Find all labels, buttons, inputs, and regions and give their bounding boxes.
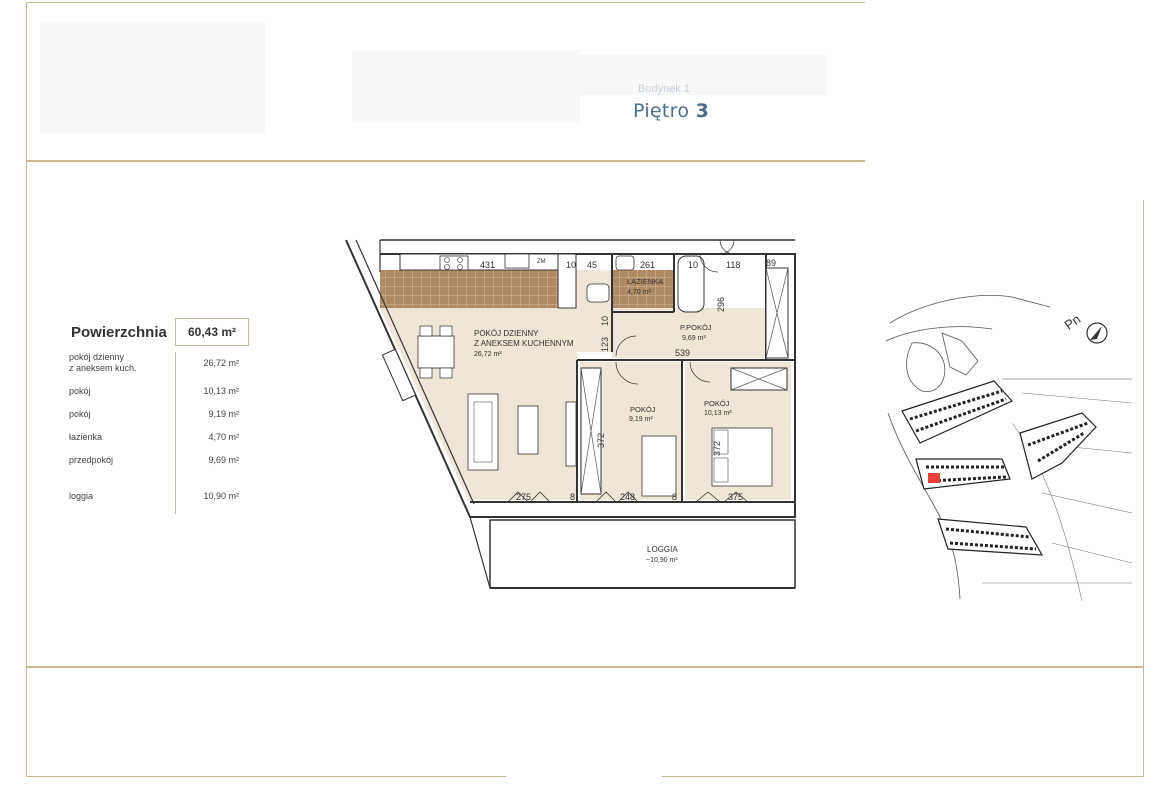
coffee-table xyxy=(517,405,539,455)
area-row-value: 10,13 m² xyxy=(203,386,239,396)
area-row-label: loggia xyxy=(69,491,94,501)
sofa xyxy=(467,393,499,471)
left-border xyxy=(26,160,27,777)
dimension-label: 10 xyxy=(600,316,610,326)
area-rows: pokój dzienny z aneksem kuch. 26,72 m² po… xyxy=(59,352,249,514)
bottom-border-left xyxy=(26,776,506,777)
tv-cabinet xyxy=(565,401,577,467)
chair xyxy=(439,325,453,337)
area-row: pokój 10,13 m² xyxy=(59,386,249,397)
area-row: loggia 10,90 m² xyxy=(59,491,249,502)
header-info-placeholder xyxy=(352,50,580,122)
area-summary-table: Powierzchnia 60,43 m² pokój dzienny z ane… xyxy=(59,318,249,514)
dimension-label: 45 xyxy=(587,260,597,270)
header-left-border xyxy=(26,2,27,162)
kitchen-tiles-edge xyxy=(380,270,400,308)
dimension-label: 372 xyxy=(712,441,722,456)
room2-area: 10,13 m² xyxy=(704,410,732,417)
apartment-marker xyxy=(928,473,940,483)
floor-plan: POKÓJ DZIENNY Z ANEKSEM KUCHENNYM 26,72 … xyxy=(345,239,796,589)
area-row-label: pokój dzienny z aneksem kuch. xyxy=(69,352,137,373)
dimension-label: 123 xyxy=(600,337,610,352)
dimension-label: 372 xyxy=(596,433,606,448)
dimension-label: 8 xyxy=(672,492,677,502)
room1-label: POKÓJ xyxy=(630,405,656,414)
dimension-label: 261 xyxy=(640,260,655,270)
header-logo-placeholder xyxy=(40,22,265,134)
double-bed xyxy=(711,427,773,487)
area-row-label: łazienka xyxy=(69,432,103,442)
area-row-value: 26,72 m² xyxy=(203,358,239,368)
area-row-value: 9,69 m² xyxy=(208,455,239,465)
site-plan: Pn xyxy=(882,283,1132,601)
area-row: pokój dzienny z aneksem kuch. 26,72 m² xyxy=(59,352,249,374)
living-room-label: POKÓJ DZIENNY xyxy=(474,329,539,338)
dimension-label: 248 xyxy=(620,492,635,502)
footer-top-border xyxy=(26,666,1144,668)
area-row-label: przedpokój xyxy=(69,455,114,465)
dimension-label: 275 xyxy=(516,492,531,502)
area-row: przedpokój 9,69 m² xyxy=(59,455,249,466)
dimension-label: 539 xyxy=(675,348,690,358)
right-border xyxy=(1143,200,1144,777)
hall-area: 9,69 m² xyxy=(682,335,706,342)
dimension-label: 296 xyxy=(716,297,726,312)
area-total: 60,43 m² xyxy=(175,318,249,346)
loggia-area: ~10,90 m² xyxy=(646,557,678,564)
toilet xyxy=(586,283,610,303)
hall-label: P.POKÓJ xyxy=(680,323,712,332)
dimension-label: 89 xyxy=(766,258,776,268)
chair xyxy=(419,367,433,379)
bathroom-area: 4,70 m² xyxy=(627,289,651,296)
header-title-placeholder xyxy=(580,55,827,95)
floor-number: 3 xyxy=(695,100,710,122)
floor-prefix: Piętro xyxy=(633,100,690,122)
entry-door-arc xyxy=(719,239,735,255)
dimension-label: ZM xyxy=(537,259,546,265)
dimension-label: 375 xyxy=(728,492,743,502)
cooktop xyxy=(439,255,469,271)
area-row-value: 9,19 m² xyxy=(208,409,239,419)
room1-area: 9,19 m² xyxy=(629,416,653,423)
area-row-value: 4,70 m² xyxy=(208,432,239,442)
area-title: Powierzchnia xyxy=(71,323,167,341)
top-border xyxy=(26,2,865,3)
dining-table xyxy=(417,335,455,369)
chair xyxy=(439,367,453,379)
dimension-label: 431 xyxy=(480,260,495,270)
loggia-outline xyxy=(489,519,796,589)
loggia-diagonal xyxy=(469,516,491,589)
header-bottom-border xyxy=(26,160,865,162)
area-summary-header: Powierzchnia 60,43 m² xyxy=(59,318,249,346)
dimension-label: 10 xyxy=(688,260,698,270)
dimension-label: 118 xyxy=(726,260,740,270)
bathroom-label: ŁAZIENKA xyxy=(627,277,663,286)
area-row-label: pokój xyxy=(69,386,91,396)
area-row: łazienka 4,70 m² xyxy=(59,432,249,443)
chair xyxy=(419,325,433,337)
area-row: pokój 9,19 m² xyxy=(59,409,249,420)
building-label: Budynek 1 xyxy=(638,83,690,95)
room2-label: POKÓJ xyxy=(704,399,730,408)
kitchen-tiles xyxy=(380,270,576,308)
dimension-label: 10 xyxy=(566,260,576,270)
single-bed xyxy=(641,435,677,497)
washbasin xyxy=(615,255,635,271)
loggia-label: LOGGIA xyxy=(647,545,678,554)
sink xyxy=(504,253,530,269)
bottom-border-right xyxy=(662,776,1144,777)
area-row-label: pokój xyxy=(69,409,91,419)
dimension-label: 8 xyxy=(570,492,575,502)
living-room-area: 26,72 m² xyxy=(474,351,502,358)
living-room-label-line2: Z ANEKSEM KUCHENNYM xyxy=(474,339,574,348)
floor-label: Piętro 3 xyxy=(633,100,709,122)
area-row-value: 10,90 m² xyxy=(203,491,239,501)
